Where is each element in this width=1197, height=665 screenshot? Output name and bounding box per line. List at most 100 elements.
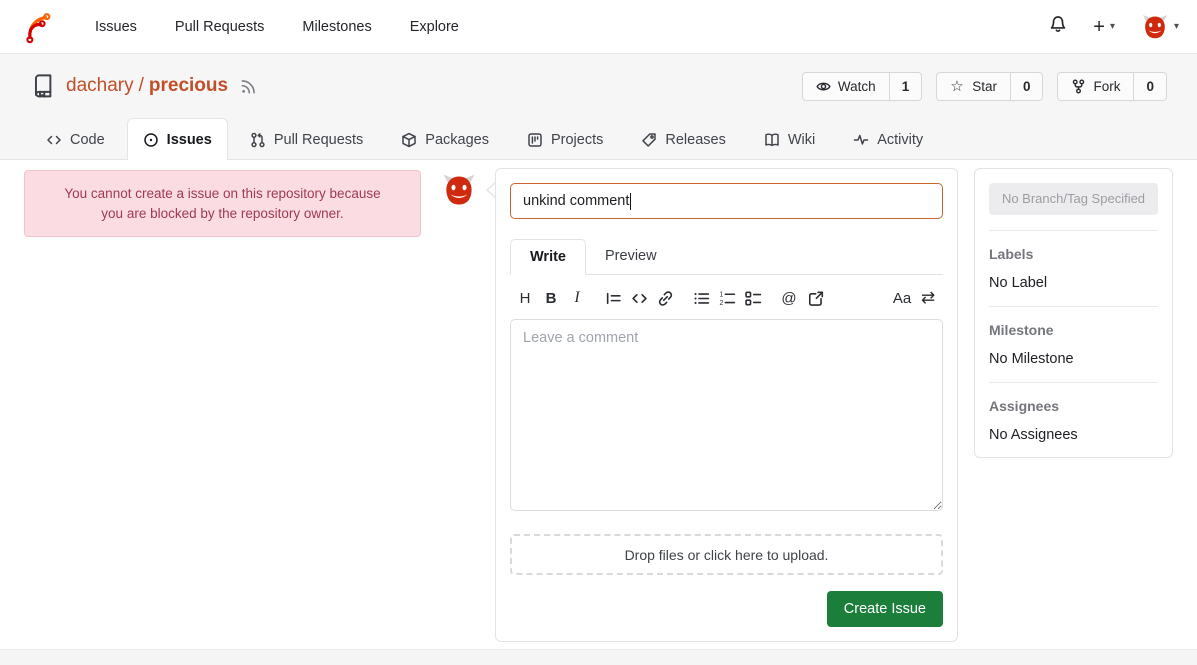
tab-wiki[interactable]: Wiki xyxy=(748,118,831,160)
milestone-value: No Milestone xyxy=(989,351,1158,367)
quote-icon xyxy=(605,290,622,307)
project-board-icon xyxy=(527,132,543,148)
heading-icon: H xyxy=(520,290,531,307)
labels-value: No Label xyxy=(989,275,1158,291)
tab-code[interactable]: Code xyxy=(30,118,121,160)
user-avatar xyxy=(1141,13,1169,41)
star-count[interactable]: 0 xyxy=(1010,73,1043,100)
nav-link-pull-requests[interactable]: Pull Requests xyxy=(156,19,283,35)
svg-text:1: 1 xyxy=(719,291,723,298)
branch-tag-button: No Branch/Tag Specified xyxy=(989,183,1158,215)
switch-editor-icon: ⇄ xyxy=(921,288,935,308)
watch-count[interactable]: 1 xyxy=(889,73,922,100)
divider xyxy=(989,306,1158,307)
divider xyxy=(989,230,1158,231)
link-button[interactable] xyxy=(652,290,678,307)
code-button[interactable] xyxy=(626,290,652,307)
watch-button[interactable]: Watch 1 xyxy=(802,72,922,101)
rss-feed-icon[interactable] xyxy=(240,78,257,95)
italic-button[interactable]: I xyxy=(564,289,590,307)
activity-pulse-icon xyxy=(853,132,869,148)
eye-icon xyxy=(816,79,831,94)
tab-issues[interactable]: Issues xyxy=(127,118,228,161)
create-issue-button[interactable]: Create Issue xyxy=(827,591,943,627)
assignees-value: No Assignees xyxy=(989,427,1158,443)
package-icon xyxy=(401,132,417,148)
nav-link-explore[interactable]: Explore xyxy=(391,19,478,35)
tab-releases[interactable]: Releases xyxy=(625,118,741,160)
bold-button[interactable]: B xyxy=(538,290,564,307)
tab-write[interactable]: Write xyxy=(510,239,586,275)
markdown-toolbar: H B I xyxy=(510,275,943,319)
quote-button[interactable] xyxy=(600,290,626,307)
link-icon xyxy=(657,290,674,307)
plus-icon: + xyxy=(1093,17,1105,37)
ordered-list-icon: 1 2 xyxy=(719,290,736,307)
ordered-list-button[interactable]: 1 2 xyxy=(714,290,740,307)
main-content: You cannot create a issue on this reposi… xyxy=(0,160,1197,649)
repo-actions: Watch 1 ☆ Star 0 xyxy=(802,72,1167,101)
divider xyxy=(989,382,1158,383)
poster-avatar xyxy=(441,172,477,208)
reference-icon xyxy=(807,290,824,307)
notifications-button[interactable] xyxy=(1049,15,1067,38)
blocked-error-message: You cannot create a issue on this reposi… xyxy=(24,170,421,237)
mention-button[interactable]: @ xyxy=(776,290,802,307)
task-list-button[interactable] xyxy=(740,290,766,307)
footer-strip xyxy=(0,649,1197,665)
reference-button[interactable] xyxy=(802,290,828,307)
issue-title-input[interactable]: unkind comment xyxy=(510,183,943,219)
star-button[interactable]: ☆ Star 0 xyxy=(936,72,1043,101)
chevron-down-icon: ▾ xyxy=(1110,21,1115,32)
repository-icon xyxy=(30,73,56,99)
code-icon xyxy=(631,290,648,307)
svg-text:2: 2 xyxy=(719,299,723,306)
breadcrumb-separator: / xyxy=(139,75,144,96)
fork-count[interactable]: 0 xyxy=(1133,73,1166,100)
tab-preview[interactable]: Preview xyxy=(586,239,676,274)
tab-pull-requests[interactable]: Pull Requests xyxy=(234,118,379,160)
chevron-down-icon: ▾ xyxy=(1174,21,1179,32)
tab-activity[interactable]: Activity xyxy=(837,118,939,160)
code-icon xyxy=(46,132,62,148)
milestone-heading[interactable]: Milestone xyxy=(989,322,1158,338)
labels-heading[interactable]: Labels xyxy=(989,246,1158,262)
font-size-icon: Aa xyxy=(893,290,911,307)
nav-link-milestones[interactable]: Milestones xyxy=(283,19,390,35)
repo-tab-bar: Code Issues Pull Requests Packages xyxy=(30,118,1167,160)
fork-icon xyxy=(1071,79,1086,94)
text-cursor xyxy=(630,193,631,210)
repo-breadcrumb: dachary/precious xyxy=(66,75,228,97)
bold-icon: B xyxy=(546,290,557,307)
pull-request-icon xyxy=(250,132,266,148)
user-menu[interactable]: ▾ xyxy=(1141,13,1179,41)
book-icon xyxy=(764,132,780,148)
comment-textarea[interactable] xyxy=(510,319,943,511)
comment-card-arrow xyxy=(486,182,495,198)
assignees-heading[interactable]: Assignees xyxy=(989,398,1158,414)
tab-projects[interactable]: Projects xyxy=(511,118,619,160)
file-dropzone[interactable]: Drop files or click here to upload. xyxy=(510,534,943,575)
star-icon: ☆ xyxy=(950,79,965,94)
create-new-menu[interactable]: + ▾ xyxy=(1093,17,1115,37)
nav-link-issues[interactable]: Issues xyxy=(76,19,156,35)
heading-button[interactable]: H xyxy=(512,290,538,307)
forgejo-logo-icon[interactable] xyxy=(18,9,54,45)
issue-title-value: unkind comment xyxy=(523,193,629,209)
page: Issues Pull Requests Milestones Explore … xyxy=(0,0,1197,665)
task-list-icon xyxy=(745,290,762,307)
dropzone-label: Drop files or click here to upload. xyxy=(625,547,829,563)
italic-icon: I xyxy=(574,289,579,307)
issue-sidebar: No Branch/Tag Specified Labels No Label … xyxy=(974,168,1173,458)
mention-icon: @ xyxy=(781,290,796,307)
switch-editor-button[interactable]: ⇄ xyxy=(915,288,941,308)
repo-owner-link[interactable]: dachary xyxy=(66,75,134,96)
repo-name-link[interactable]: precious xyxy=(149,75,228,96)
unordered-list-icon xyxy=(693,290,710,307)
font-size-button[interactable]: Aa xyxy=(889,288,915,308)
top-navbar: Issues Pull Requests Milestones Explore … xyxy=(0,0,1197,54)
tab-packages[interactable]: Packages xyxy=(385,118,505,160)
unordered-list-button[interactable] xyxy=(688,290,714,307)
bell-icon xyxy=(1049,15,1067,38)
fork-button[interactable]: Fork 0 xyxy=(1057,72,1167,101)
